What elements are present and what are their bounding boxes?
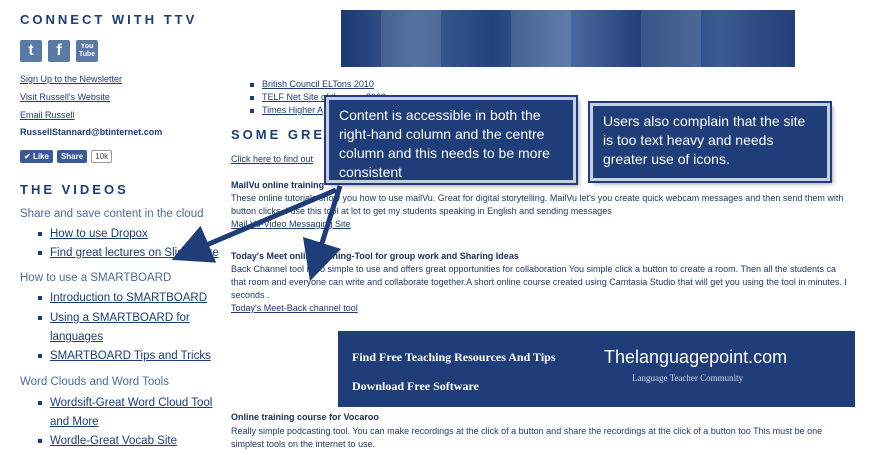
annotation-arrows	[171, 185, 343, 282]
icons-callout: Users also complain that the site is too…	[588, 101, 832, 183]
arrow-to-sidebar	[171, 187, 337, 263]
consistency-callout: Content is accessible in both the right-…	[324, 95, 578, 185]
